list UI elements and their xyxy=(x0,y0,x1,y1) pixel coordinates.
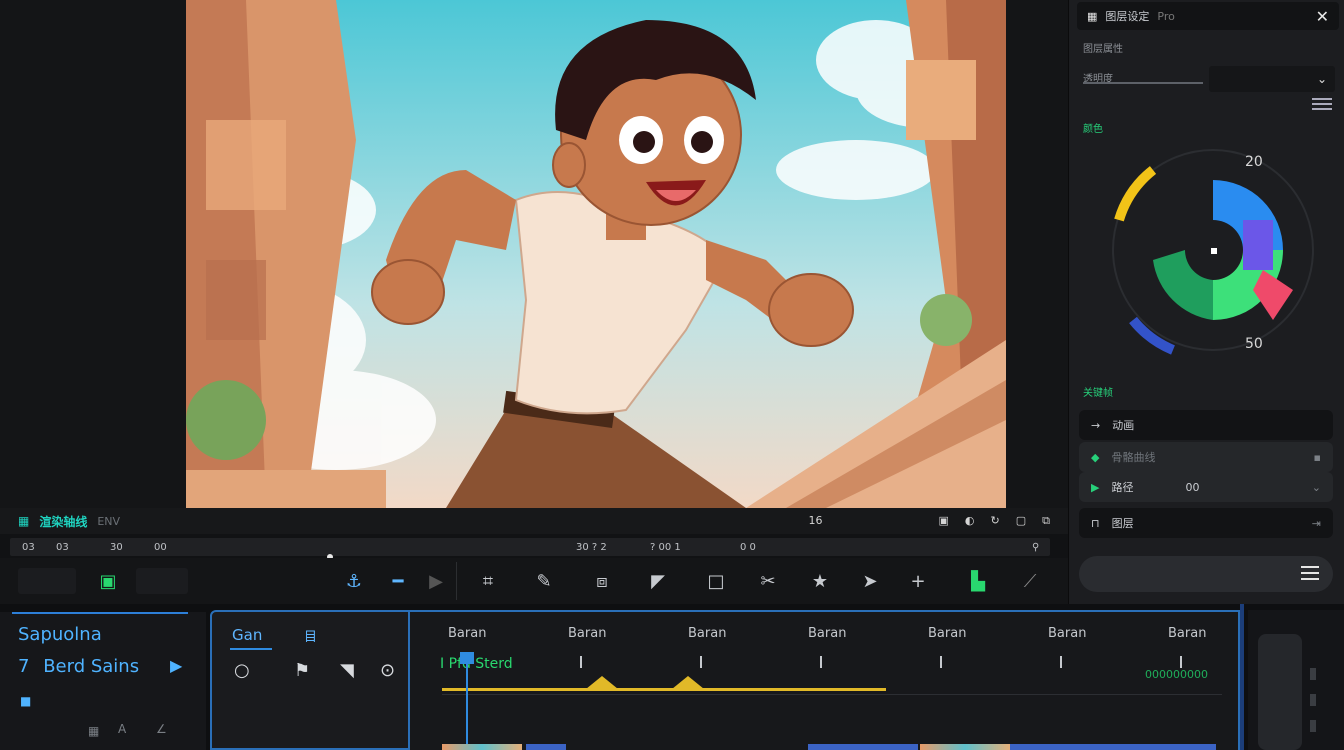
skew-icon[interactable]: ◤ xyxy=(646,570,670,594)
keyframe-track[interactable] xyxy=(442,688,886,691)
clip-thumbnail[interactable] xyxy=(920,744,1010,750)
inspector-row-path[interactable]: ▶ 路径 00 ⌄ xyxy=(1079,472,1333,502)
inspector-row-bone-curve[interactable]: ◆ 骨骼曲线 ▪ xyxy=(1079,442,1333,472)
keyframe-marker[interactable] xyxy=(672,676,704,689)
playhead-handle[interactable] xyxy=(460,652,474,664)
plus-icon[interactable]: + xyxy=(906,570,930,594)
minus-icon[interactable]: ━ xyxy=(386,570,410,594)
clip-block[interactable] xyxy=(526,744,566,750)
section-layer-properties: 图层属性 xyxy=(1083,44,1123,55)
green-action-icon[interactable]: ▙ xyxy=(966,570,990,594)
scene-panel: Sapuolna 7 Berd Sains ▶ ■ ▦ A ∠ xyxy=(0,612,206,750)
cartoon-character-frame xyxy=(186,0,1006,508)
scene-item[interactable]: 7 Berd Sains xyxy=(18,656,139,677)
opacity-slider[interactable] xyxy=(1083,82,1203,84)
audio-meter-panel xyxy=(1248,610,1344,750)
inspector-title: 图层设定 xyxy=(1105,10,1150,23)
path-icon: ▶ xyxy=(1091,480,1100,494)
tool-copy-icon[interactable]: ⧉ xyxy=(1042,514,1050,528)
color-wheel[interactable]: 20 50 xyxy=(1093,140,1333,370)
timeline-icon: ▦ xyxy=(18,514,30,528)
flag-icon[interactable]: ⚑ xyxy=(294,660,310,681)
arrow-tool-icon[interactable]: ➤ xyxy=(858,570,882,594)
section-keyframes: 关键帧 xyxy=(1083,388,1113,399)
grid-icon[interactable]: ▦ xyxy=(88,724,99,738)
brush-icon[interactable]: ✎ xyxy=(532,570,556,594)
clip-block[interactable] xyxy=(808,744,918,750)
chevron-icon: ⌄ xyxy=(1311,480,1321,494)
timeline-header-tools: 16 ▣ ◐ ↻ ▢ ⧉ xyxy=(809,514,1051,528)
tab-grid[interactable]: 目 xyxy=(304,626,317,645)
text-icon[interactable]: A xyxy=(118,722,126,736)
scene-panel-title: Sapuolna xyxy=(18,624,102,645)
timeline-subtitle: ENV xyxy=(97,514,121,528)
arrow-right-icon: → xyxy=(1091,418,1101,432)
clip-label[interactable]: I Pfd Sterd xyxy=(440,656,513,672)
volume-meter[interactable] xyxy=(1258,634,1302,750)
preview-viewport[interactable] xyxy=(186,0,1006,508)
inspector-search-bar[interactable] xyxy=(1079,556,1333,592)
timeline-tracks[interactable]: Baran Baran Baran Baran Baran Baran Bara… xyxy=(410,610,1240,750)
inspector-row-animation[interactable]: → 动画 xyxy=(1079,410,1333,440)
wand-icon[interactable]: ⟋ xyxy=(1018,570,1042,594)
time-ruler[interactable]: 03 03 30 00 30 ? 2 ? 00 1 0 0 ⚲ xyxy=(10,538,1050,556)
close-icon[interactable]: ✕ xyxy=(1316,7,1329,26)
more-icon: ▪ xyxy=(1313,450,1321,464)
frame-input[interactable] xyxy=(18,568,76,594)
left-gutter xyxy=(0,0,186,508)
edit-toolbar: ▣ ⚓ ━ ▶ ⌗ ✎ ⧈ ◤ □ ✂ ★ ➤ + ▙ ⟋ xyxy=(0,558,1068,604)
star-icon[interactable]: ★ xyxy=(808,570,832,594)
generate-panel: Gan 目 ○ ⚑ ◥ ⊙ xyxy=(210,610,410,750)
pen-icon[interactable]: ⚓ xyxy=(342,570,366,594)
keyframe-marker[interactable] xyxy=(586,676,618,689)
record-icon[interactable]: ⊙ xyxy=(380,660,395,681)
tool-refresh-icon[interactable]: ↻ xyxy=(991,514,1000,528)
viewer-right-gutter xyxy=(1006,0,1068,508)
playhead[interactable] xyxy=(466,652,468,750)
inspector-header: ▦ 图层设定 Pro ✕ xyxy=(1077,2,1339,30)
crop-icon[interactable]: □ xyxy=(704,570,728,594)
scissors-icon[interactable]: ✂ xyxy=(756,570,780,594)
inspector-row-layer[interactable]: ⊓ 图层 ⇥ xyxy=(1079,508,1333,538)
play-icon[interactable]: ▶ xyxy=(424,570,448,594)
tool-frame-icon[interactable]: ▢ xyxy=(1016,514,1026,528)
timeline-scrollbar[interactable] xyxy=(1240,604,1244,750)
tab-gen[interactable]: Gan xyxy=(232,626,262,644)
clip-block[interactable] xyxy=(1010,744,1216,750)
clip-thumbnail[interactable] xyxy=(442,744,522,750)
expand-icon: ⇥ xyxy=(1311,516,1321,530)
list-icon[interactable] xyxy=(1312,98,1332,110)
bone-icon: ◆ xyxy=(1091,450,1100,464)
tool-box-icon[interactable]: ▣ xyxy=(939,514,949,528)
track-value: 000000000 xyxy=(1145,668,1208,681)
menu-icon[interactable] xyxy=(1301,566,1319,580)
circle-tool-icon[interactable]: ○ xyxy=(234,660,250,681)
timeline-title: 渲染轴线 xyxy=(39,514,88,529)
layer-icon: ⊓ xyxy=(1091,516,1100,530)
tool-moon-icon[interactable]: ◐ xyxy=(965,514,975,528)
timeline-header: ▦ 渲染轴线 ENV 16 ▣ ◐ ↻ ▢ ⧉ xyxy=(0,508,1068,534)
tool-16[interactable]: 16 xyxy=(809,514,823,528)
grid-icon: ▦ xyxy=(1087,9,1098,23)
grid-green-icon[interactable]: ▣ xyxy=(96,570,120,594)
vector-icon[interactable]: ◥ xyxy=(340,660,354,681)
range-input[interactable] xyxy=(136,568,188,594)
cut-tool-icon[interactable]: ⌗ xyxy=(476,570,500,594)
play-icon[interactable]: ▶ xyxy=(170,656,182,675)
transform-icon[interactable]: ⧈ xyxy=(590,570,614,594)
bottom-workspace: Sapuolna 7 Berd Sains ▶ ■ ▦ A ∠ Gan 目 ○ … xyxy=(0,604,1344,750)
wheel-top-value: 20 xyxy=(1245,154,1263,170)
chevron-down-icon: ⌄ xyxy=(1316,72,1327,86)
wheel-bottom-value: 50 xyxy=(1245,336,1263,352)
inspector-panel: ▦ 图层设定 Pro ✕ 图层属性 透明度 ⌄ 颜色 20 50 关键帧 → 动… xyxy=(1068,0,1344,604)
square-icon[interactable]: ■ xyxy=(20,694,31,708)
slash-icon[interactable]: ∠ xyxy=(156,722,167,736)
blend-dropdown[interactable]: ⌄ xyxy=(1209,66,1335,92)
inspector-subtitle: Pro xyxy=(1157,9,1175,23)
lock-icon[interactable]: ⚲ xyxy=(1032,542,1039,553)
section-color: 颜色 xyxy=(1083,124,1103,135)
